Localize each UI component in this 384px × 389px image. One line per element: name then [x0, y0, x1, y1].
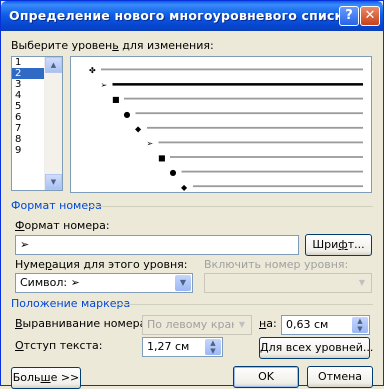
preview-bullet: ✤ [89, 66, 96, 75]
group-divider [89, 206, 373, 207]
indent-label: Отступ текста: [15, 339, 103, 352]
level-item-2[interactable]: 2 [12, 68, 48, 79]
alignment-label: Выравнивание номера: [15, 317, 151, 330]
preview-graphic: ✤ ➢ ■ ● ◆ ➢ ■ ● ◆ [89, 66, 363, 192]
preview-bullet: ➢ [101, 81, 108, 90]
preview-bullet: ➢ [147, 139, 154, 148]
at-label: на: [259, 317, 277, 330]
chevron-down-icon: ▼ [354, 275, 370, 291]
all-levels-button[interactable]: Для всех уровней... [259, 337, 373, 359]
marker-position-group-title: Положение маркера [11, 297, 131, 310]
level-item-1[interactable]: 1 [12, 57, 48, 68]
include-level-label: Включить номер уровня: [204, 258, 349, 271]
preview-bullet: ◆ [135, 124, 142, 133]
preview-line [101, 68, 363, 71]
cancel-button[interactable]: Отмена [307, 366, 373, 388]
numbering-label: Нумерация для этого уровня: [15, 258, 188, 271]
level-item-5[interactable]: 5 [12, 101, 48, 112]
level-item-3[interactable]: 3 [12, 79, 48, 90]
dialog-window: Определение нового многоуровневого списк… [0, 0, 384, 389]
preview-line [112, 83, 363, 86]
preview-line [124, 97, 363, 100]
close-button[interactable]: ✕ [360, 6, 380, 26]
numbering-select[interactable]: Символ: ➢ ▼ [15, 273, 193, 293]
indent-spinner[interactable]: 1,27 см ▲ ▼ [142, 337, 223, 357]
spinner-arrows-icon[interactable]: ▲ ▼ [352, 317, 368, 333]
include-level-select: ▼ [204, 273, 372, 293]
preview-line [147, 126, 363, 129]
preview-bullet: ● [124, 110, 131, 119]
spinner-arrows-icon[interactable]: ▲ ▼ [205, 339, 221, 355]
scroll-up-icon[interactable]: ▲ [45, 57, 62, 73]
title-bar[interactable]: Определение нового многоуровневого списк… [1, 1, 383, 31]
ok-button[interactable]: OK [233, 366, 299, 388]
preview-bullet: ■ [158, 154, 166, 163]
alignment-select: По левому краю ▼ [142, 315, 252, 335]
preview-line [181, 170, 363, 173]
chevron-down-icon: ▼ [234, 317, 250, 333]
level-item-4[interactable]: 4 [12, 90, 48, 101]
preview-bullet: ● [170, 168, 177, 177]
level-select-label: Выберите уровень для изменения: [11, 39, 214, 52]
scroll-down-icon[interactable]: ▼ [45, 174, 62, 190]
group-divider [114, 304, 373, 305]
preview-line [135, 112, 363, 115]
list-preview: ✤ ➢ ■ ● ◆ ➢ ■ ● ◆ [70, 56, 372, 193]
chevron-down-icon[interactable]: ▼ [175, 275, 191, 291]
format-label: Формат номера: [15, 219, 110, 232]
window-title: Определение нового многоуровневого списк… [9, 8, 352, 23]
preview-bullet: ■ [112, 95, 120, 104]
font-button[interactable]: Шрифт... [305, 234, 372, 256]
level-list-scrollbar[interactable]: ▲ ▼ [44, 57, 62, 190]
preview-bullet: ◆ [181, 183, 188, 192]
preview-line [170, 156, 363, 158]
level-listbox[interactable]: 123456789 ▲ ▼ [11, 56, 63, 191]
preview-line [158, 141, 363, 144]
help-button[interactable]: ? [339, 6, 359, 26]
level-item-6[interactable]: 6 [12, 112, 48, 123]
level-item-8[interactable]: 8 [12, 134, 48, 145]
at-spinner[interactable]: 0,63 см ▲ ▼ [281, 315, 370, 335]
level-item-7[interactable]: 7 [12, 123, 48, 134]
format-input[interactable]: ➢ [15, 235, 299, 255]
level-item-9[interactable]: 9 [12, 145, 48, 156]
preview-line [193, 185, 363, 188]
